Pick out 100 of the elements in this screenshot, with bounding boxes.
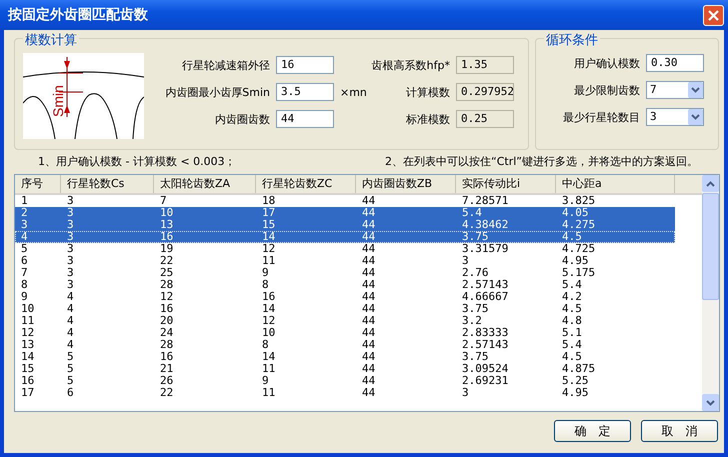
dropdown[interactable]: 7 bbox=[646, 81, 704, 99]
table-cell-text: 16 bbox=[159, 303, 174, 315]
unit-label: ×mn bbox=[340, 86, 364, 98]
table-cell-text: 4.38462 bbox=[461, 219, 510, 231]
table-cell-text: 17 bbox=[20, 387, 36, 399]
table-cell-text: 3 bbox=[66, 255, 75, 267]
table-row[interactable]: 12 4 24 10 44 2.83333 5.1 bbox=[15, 327, 675, 339]
table-cell-text: 4.5 bbox=[561, 351, 583, 363]
column-header[interactable]: 实际传动比i bbox=[456, 175, 556, 193]
table-cell-text: 9 bbox=[261, 375, 270, 387]
table-cell-text: 3 bbox=[20, 219, 29, 231]
table-cell-text: 25 bbox=[159, 267, 174, 279]
input-field[interactable]: 3.5 bbox=[276, 83, 334, 101]
table-row[interactable]: 1 3 7 18 44 7.28571 3.825 bbox=[15, 195, 675, 207]
table-cell-text: 15 bbox=[261, 219, 276, 231]
table-cell-text: 4 bbox=[20, 231, 29, 243]
close-icon[interactable] bbox=[708, 10, 719, 20]
table-cell-text: 44 bbox=[361, 387, 376, 399]
table-cell-text: 5.1 bbox=[561, 327, 583, 339]
table-cell-text: 9 bbox=[261, 267, 270, 279]
table-cell-text: 44 bbox=[361, 339, 376, 351]
table-cell-text: 44 bbox=[361, 327, 376, 339]
table-row[interactable]: 16 5 26 9 44 2.69231 5.25 bbox=[15, 375, 675, 387]
close-button[interactable] bbox=[703, 4, 724, 26]
table-cell-text: 5 bbox=[66, 363, 75, 375]
table-cell-text: 6 bbox=[66, 387, 75, 399]
table-cell-text: 4.95 bbox=[561, 255, 590, 267]
table-cell-text: 2.76 bbox=[461, 267, 490, 279]
table-cell-text: 5 bbox=[20, 243, 29, 255]
table-row[interactable]: 2 3 10 17 44 5.4 4.05 bbox=[15, 207, 675, 219]
table-cell-text: 12 bbox=[20, 327, 36, 339]
scroll-up-icon[interactable] bbox=[702, 175, 719, 192]
note-text: 1、用户确认模数 - 计算模数 < 0.003； bbox=[38, 154, 236, 170]
table-cell-text: 3.2 bbox=[461, 315, 483, 327]
table-cell-text: 4.05 bbox=[561, 207, 590, 219]
table-cell-text: 10 bbox=[159, 207, 174, 219]
table-cell-text: 44 bbox=[361, 315, 376, 327]
table-cell-text: 15 bbox=[20, 363, 36, 375]
table-cell-text: 16 bbox=[20, 375, 36, 387]
table-cell-text: 4.66667 bbox=[461, 291, 510, 303]
column-header[interactable]: 行星轮齿数ZC bbox=[256, 175, 356, 193]
input-field[interactable]: 44 bbox=[276, 110, 334, 128]
table-row[interactable]: 10 4 16 14 44 3.75 4.5 bbox=[15, 303, 675, 315]
table-cell-text: 10 bbox=[261, 327, 276, 339]
column-header[interactable]: 内齿圈齿数ZB bbox=[356, 175, 456, 193]
input-field[interactable]: 16 bbox=[276, 56, 334, 74]
field-label: 行星轮减速箱外径 bbox=[181, 58, 270, 72]
table-row[interactable]: 13 4 28 8 44 2.57143 5.4 bbox=[15, 339, 675, 351]
table-cell-text: 8 bbox=[261, 279, 270, 291]
table-cell-text: 44 bbox=[361, 351, 376, 363]
readonly-field: 0.25 bbox=[456, 110, 514, 128]
dialog-button[interactable]: 确 定 bbox=[554, 420, 631, 442]
column-header[interactable]: 行星轮数Cs bbox=[61, 175, 154, 193]
table-row[interactable]: 7 3 25 9 44 2.76 5.175 bbox=[15, 267, 675, 279]
table-cell-text: 4 bbox=[66, 315, 75, 327]
column-header[interactable]: 太阳轮齿数ZA bbox=[154, 175, 256, 193]
table-cell-text: 12 bbox=[261, 315, 276, 327]
field-label: 计算模数 bbox=[405, 84, 450, 100]
table-cell-text: 28 bbox=[159, 339, 174, 351]
table-row[interactable]: 8 3 28 8 44 2.57143 5.4 bbox=[15, 279, 675, 291]
table-cell-text: 5.175 bbox=[561, 267, 596, 279]
table-cell-text: 26 bbox=[159, 375, 174, 387]
table-row[interactable]: 11 4 20 12 44 3.2 4.8 bbox=[15, 315, 675, 327]
table-cell-text: 10 bbox=[20, 303, 36, 315]
table-cell-text: 3 bbox=[66, 219, 75, 231]
table-row[interactable]: 9 4 12 16 44 4.66667 4.2 bbox=[15, 291, 675, 303]
table-cell-text: 3 bbox=[66, 279, 75, 291]
field-label: 齿根高系数hfp* bbox=[370, 58, 450, 72]
table-row[interactable]: 3 3 13 15 44 4.38462 4.275 bbox=[15, 219, 675, 231]
window-title: 按固定外齿圈匹配齿数 bbox=[8, 6, 148, 24]
table-row[interactable]: 17 6 22 11 44 3 4.95 bbox=[15, 387, 675, 399]
column-header[interactable]: 序号 bbox=[15, 175, 61, 193]
dropdown[interactable]: 3 bbox=[646, 108, 704, 126]
table-row[interactable]: 4 3 16 14 44 3.75 4.5 bbox=[15, 231, 675, 243]
table-cell-text: 9 bbox=[20, 291, 29, 303]
dialog-button[interactable]: 取 消 bbox=[641, 420, 718, 442]
table-cell-text: 5.4 bbox=[561, 339, 583, 351]
table-cell-text: 7 bbox=[159, 195, 168, 207]
table-row[interactable]: 14 5 16 14 44 3.75 4.5 bbox=[15, 351, 675, 363]
table-cell-text: 7.28571 bbox=[461, 195, 510, 207]
table-cell-text: 2.69231 bbox=[461, 375, 510, 387]
table-cell-text: 3 bbox=[66, 207, 75, 219]
table-cell-text: 11 bbox=[261, 363, 276, 375]
table-cell-text: 21 bbox=[159, 363, 174, 375]
input-field[interactable]: 0.30 bbox=[646, 54, 704, 72]
field-label: 内齿圈最小齿厚Smin bbox=[164, 84, 270, 100]
column-header[interactable]: 中心距a bbox=[556, 175, 675, 193]
scrollbar[interactable] bbox=[702, 175, 719, 411]
table-row[interactable]: 6 3 22 11 44 3 4.95 bbox=[15, 255, 675, 267]
table-row[interactable]: 15 5 21 11 44 3.09524 4.875 bbox=[15, 363, 675, 375]
table-cell-text: 8 bbox=[261, 339, 270, 351]
scroll-down-icon[interactable] bbox=[702, 394, 719, 411]
table-cell-text: 13 bbox=[20, 339, 36, 351]
group-title: 循环条件 bbox=[544, 31, 600, 49]
table-cell-text: 5 bbox=[66, 375, 75, 387]
table-cell-text: 3.75 bbox=[461, 351, 490, 363]
scroll-thumb[interactable] bbox=[702, 193, 719, 300]
table-cell-text: 18 bbox=[261, 195, 276, 207]
table-row[interactable]: 5 3 19 12 44 3.31579 4.725 bbox=[15, 243, 675, 255]
table-cell-text: 14 bbox=[261, 231, 276, 243]
